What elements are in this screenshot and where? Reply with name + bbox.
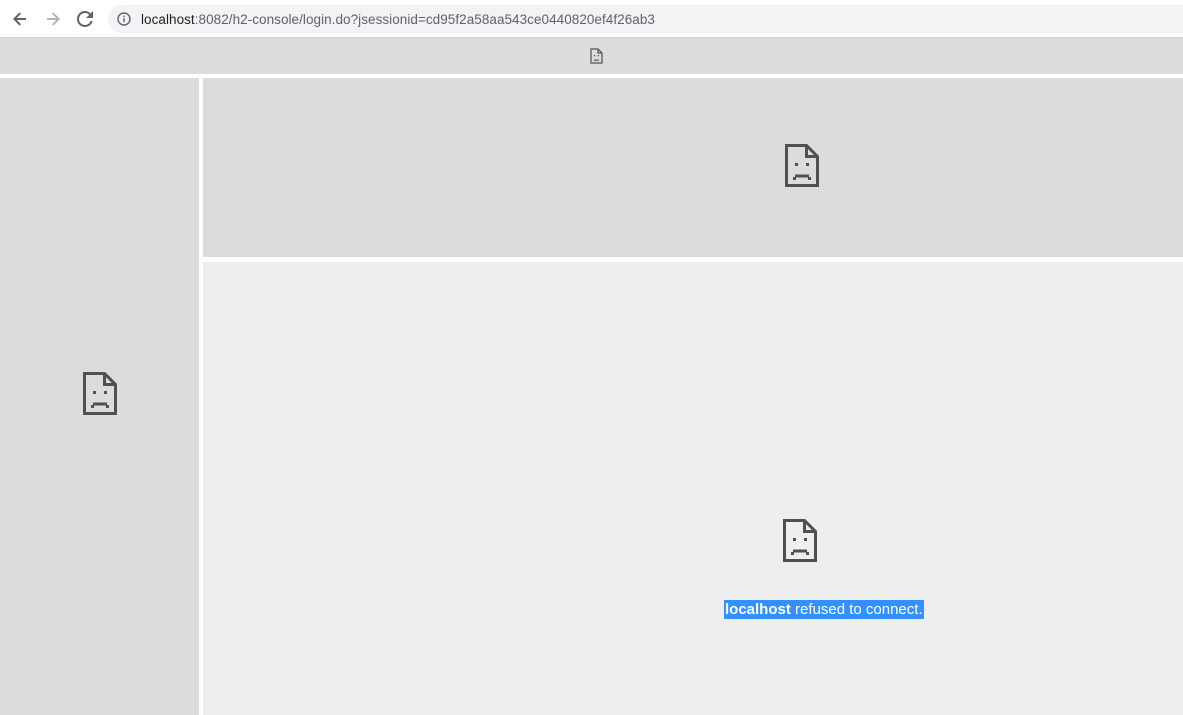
frameset: localhost refused to connect. [0, 38, 1183, 715]
sad-page-icon [784, 144, 819, 187]
url-path: :8082/h2-console/login.do?jsessionid=cd9… [194, 11, 655, 27]
sad-page-icon [589, 48, 603, 64]
sad-page-icon [82, 372, 117, 415]
url-text[interactable]: localhost:8082/h2-console/login.do?jsess… [141, 12, 655, 27]
url-host: localhost [141, 11, 195, 27]
arrow-left-icon [13, 12, 26, 26]
error-text: refused to connect. [790, 601, 923, 618]
error-host: localhost [725, 601, 791, 618]
error-page: localhost refused to connect. [203, 262, 1183, 715]
reload-icon [77, 11, 93, 27]
frame-toolbar-area [203, 78, 1183, 257]
browser-toolbar: localhost:8082/h2-console/login.do?jsess… [0, 0, 1183, 38]
arrow-right-icon [47, 12, 60, 26]
back-button[interactable] [8, 7, 32, 31]
reload-button[interactable] [73, 7, 97, 31]
frame-main-content: localhost refused to connect. [203, 262, 1183, 715]
frame-header [0, 38, 1183, 74]
frame-sidebar [0, 78, 199, 715]
sad-page-icon [783, 519, 817, 562]
info-circle-icon[interactable] [117, 12, 131, 26]
forward-button[interactable] [41, 7, 65, 31]
address-bar[interactable]: localhost:8082/h2-console/login.do?jsess… [108, 5, 1183, 33]
error-message: localhost refused to connect. [724, 600, 924, 619]
